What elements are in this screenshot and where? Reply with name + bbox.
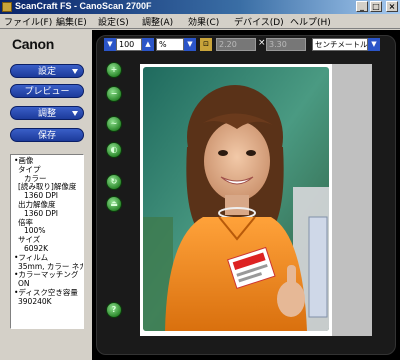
preview-button[interactable]: プレビュー <box>10 84 84 98</box>
settings-button[interactable]: 設定 <box>10 64 84 78</box>
menu-device[interactable]: デバイス(D) <box>234 15 284 28</box>
menu-settings[interactable]: 設定(S) <box>98 15 129 28</box>
eject-icon[interactable]: ⏏ <box>106 196 122 212</box>
scanned-photo[interactable] <box>143 67 329 331</box>
width-field[interactable]: 2.20 <box>216 38 256 51</box>
unit-select-arrow-icon[interactable]: ▼ <box>368 38 380 51</box>
photo-image <box>143 67 329 331</box>
lock-ratio-icon[interactable]: ⊡ <box>200 38 212 51</box>
chevron-down-icon <box>72 111 78 116</box>
rotate-icon[interactable]: ↻ <box>106 174 122 190</box>
menu-edit[interactable]: 編集(E) <box>56 15 87 28</box>
zoom-dropdown-arrow-icon[interactable]: ▼ <box>104 38 116 51</box>
canon-logo: Canon <box>12 36 55 52</box>
zoom-in-icon[interactable]: + <box>106 62 122 78</box>
help-icon[interactable]: ? <box>106 302 122 318</box>
window-title: ScanCraft FS - CanoScan 2700F <box>15 1 152 11</box>
adjust-button-label: 調整 <box>37 109 56 119</box>
chevron-down-icon <box>72 69 78 74</box>
tone-curve-icon[interactable]: ~ <box>106 116 122 132</box>
menu-help[interactable]: ヘルプ(H) <box>290 15 331 28</box>
title-bar: ScanCraft FS - CanoScan 2700F _ □ × <box>0 0 400 14</box>
left-panel: Canon 設定 プレビュー 調整 保存 •画像 タイプ カラー [読み取り]解… <box>0 30 92 360</box>
menu-file[interactable]: ファイル(F) <box>4 15 52 28</box>
color-adjust-icon[interactable]: ◐ <box>106 142 122 158</box>
menu-effects[interactable]: 効果(C) <box>188 15 219 28</box>
zoom-input[interactable]: 100 <box>116 38 142 51</box>
scan-info-panel: •画像 タイプ カラー [読み取り]解像度 1360 DPI 出力解像度 136… <box>10 154 84 329</box>
save-button[interactable]: 保存 <box>10 128 84 142</box>
app-icon <box>2 2 12 12</box>
zoom-unit-select[interactable]: % <box>156 38 184 51</box>
preview-button-label: プレビュー <box>24 87 70 97</box>
menu-bar: ファイル(F) 編集(E) 設定(S) 調整(A) 効果(C) デバイス(D) … <box>0 14 400 29</box>
app-window: ScanCraft FS - CanoScan 2700F _ □ × ファイル… <box>0 0 400 360</box>
zoom-spin-up-icon[interactable]: ▲ <box>142 38 154 51</box>
unit-dropdown-arrow-icon[interactable]: ▼ <box>184 38 196 51</box>
unit-select[interactable]: センチメートル <box>312 38 368 51</box>
save-button-label: 保存 <box>37 131 56 141</box>
settings-button-label: 設定 <box>37 67 56 77</box>
preview-margin <box>332 64 372 336</box>
close-button[interactable]: × <box>386 1 398 12</box>
menu-adjust[interactable]: 調整(A) <box>142 15 173 28</box>
minimize-button[interactable]: _ <box>356 1 368 12</box>
zoom-out-icon[interactable]: − <box>106 86 122 102</box>
info-line: 390240K <box>18 296 52 306</box>
maximize-button[interactable]: □ <box>370 1 382 12</box>
adjust-button[interactable]: 調整 <box>10 106 84 120</box>
dimension-times-label: × <box>258 38 266 48</box>
height-field[interactable]: 3.30 <box>266 38 306 51</box>
